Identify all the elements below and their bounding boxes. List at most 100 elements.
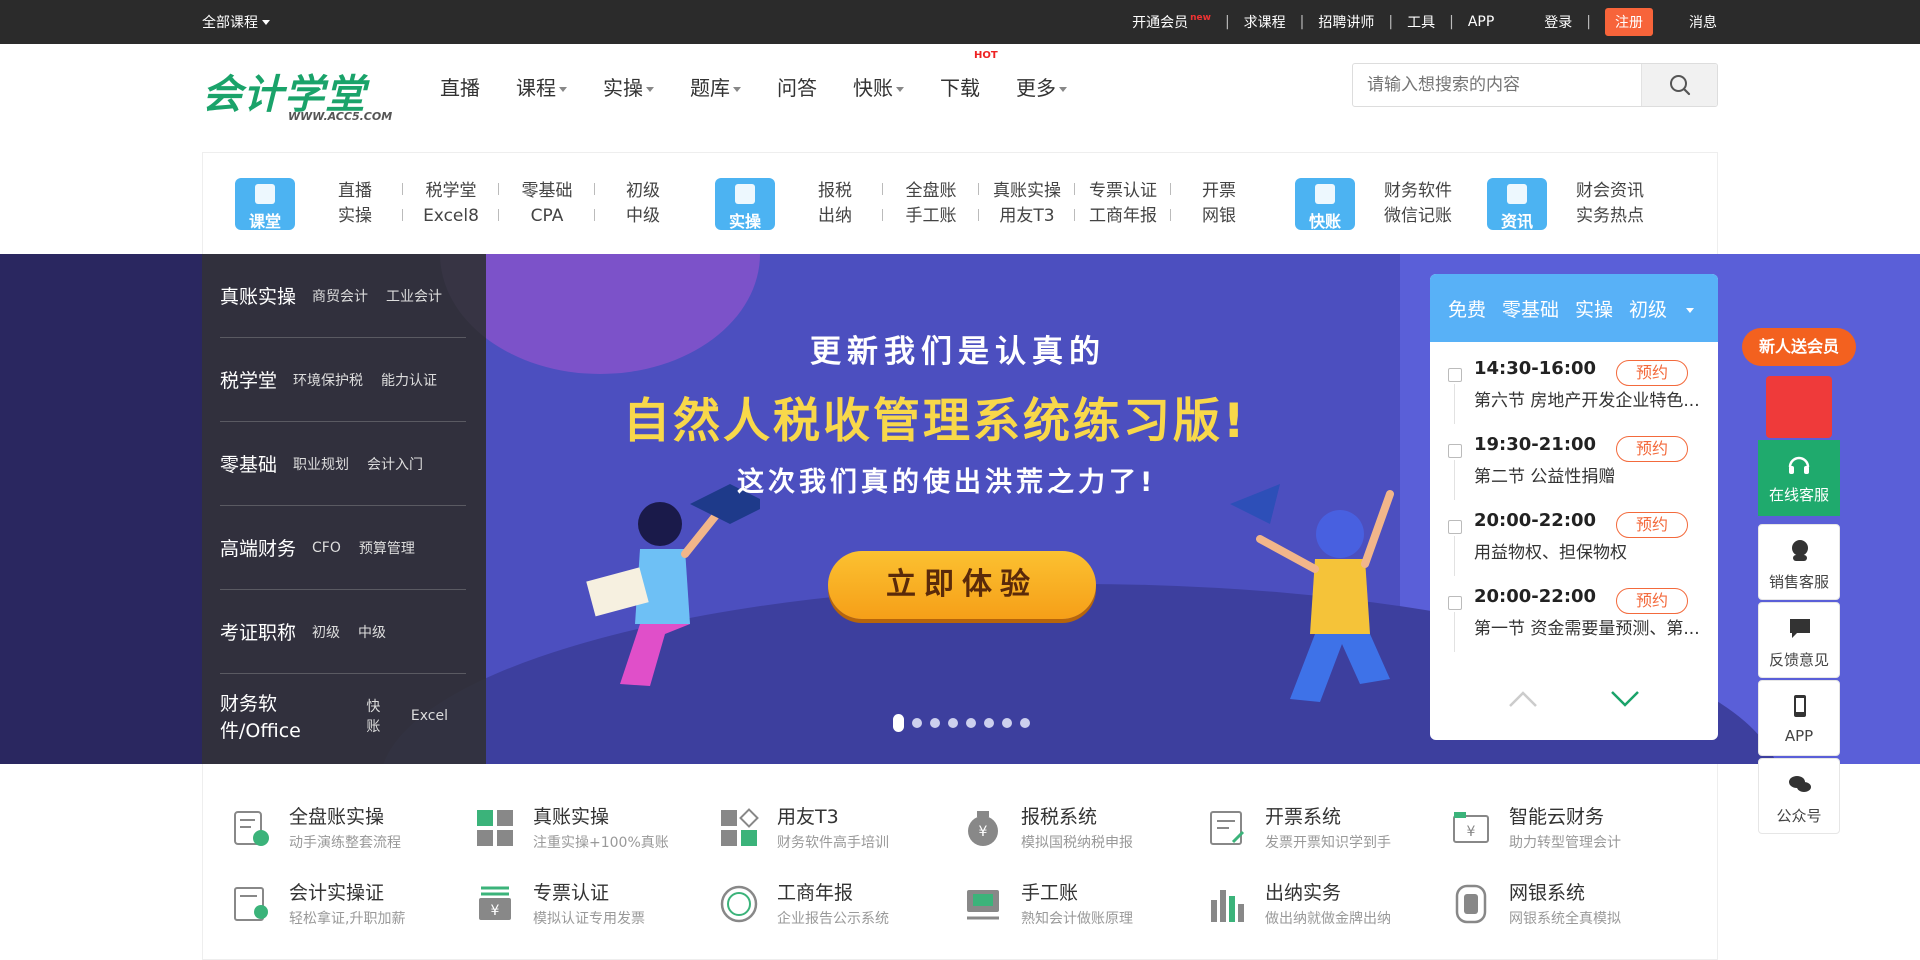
category-link[interactable]: 中级 xyxy=(626,204,660,229)
tab-zero-basis[interactable]: 零基础 xyxy=(1502,295,1559,322)
schedule-item[interactable]: 19:30-21:00 预约 第二节 公益性捐赠 xyxy=(1448,434,1710,500)
feature-item[interactable]: 网银系统 网银系统全真模拟 xyxy=(1451,878,1681,934)
nav-qa[interactable]: 问答 xyxy=(777,72,817,101)
schedule-item[interactable]: 20:00-22:00 预约 第一节 资金需要量预测、第... xyxy=(1448,586,1710,652)
category-link[interactable]: 税学堂 xyxy=(426,179,477,204)
new-user-gift-badge[interactable]: 新人送会员 xyxy=(1742,328,1856,366)
app-download-button[interactable]: APP xyxy=(1758,680,1840,756)
carousel-dot[interactable] xyxy=(893,714,904,732)
nav-quick-account[interactable]: 快账 xyxy=(853,72,904,101)
category-link[interactable]: 微信记账 xyxy=(1384,204,1452,229)
wechat-account-button[interactable]: 公众号 xyxy=(1758,758,1840,834)
tab-free[interactable]: 免费 xyxy=(1448,295,1486,322)
category-link[interactable]: 零基础 xyxy=(522,179,573,204)
feature-item[interactable]: 出纳实务 做出纳就做金牌出纳 xyxy=(1207,878,1437,934)
sales-service-button[interactable]: 销售客服 xyxy=(1758,524,1840,600)
feature-item[interactable]: 会计实操证 轻松拿证,升职加薪 xyxy=(231,878,461,934)
side-menu-sublink[interactable]: 工业会计 xyxy=(386,286,442,306)
nav-practice[interactable]: 实操 xyxy=(603,72,654,101)
tab-junior[interactable]: 初级 xyxy=(1629,295,1694,322)
carousel-dot[interactable] xyxy=(966,718,976,728)
category-link[interactable]: Excel8 xyxy=(423,204,479,229)
category-link[interactable]: 财务软件 xyxy=(1384,179,1452,204)
book-button[interactable]: 预约 xyxy=(1616,436,1688,462)
feedback-button[interactable]: 反馈意见 xyxy=(1758,602,1840,678)
side-menu-sublink[interactable]: 会计入门 xyxy=(367,454,423,474)
category-link[interactable]: 真账实操 xyxy=(993,179,1061,204)
category-link[interactable]: 实操 xyxy=(338,204,372,229)
category-link[interactable]: 初级 xyxy=(626,179,660,204)
nav-download[interactable]: 下载 HOT xyxy=(940,50,998,101)
nav-live[interactable]: 直播 xyxy=(440,72,480,101)
carousel-dot[interactable] xyxy=(1002,718,1012,728)
quick-account-category-icon[interactable]: 快账 xyxy=(1295,178,1355,231)
scroll-down-icon[interactable] xyxy=(1610,690,1640,708)
feature-item[interactable]: 开票系统 发票开票知识学到手 xyxy=(1207,802,1437,858)
book-button[interactable]: 预约 xyxy=(1616,512,1688,538)
nav-courses[interactable]: 课程 xyxy=(516,72,567,101)
category-link[interactable]: 报税 xyxy=(818,179,852,204)
app-link[interactable]: APP xyxy=(1468,14,1494,30)
feature-item[interactable]: ¥ 专票认证 模拟认证专用发票 xyxy=(475,878,705,934)
side-menu-sublink[interactable]: 环境保护税 xyxy=(293,370,363,390)
all-courses-menu[interactable]: 全部课程 xyxy=(202,12,270,32)
classroom-category-icon[interactable]: 课堂 xyxy=(235,178,295,231)
nav-question-bank[interactable]: 题库 xyxy=(690,72,741,101)
side-menu-sublink[interactable]: CFO xyxy=(312,540,341,556)
recruit-lecturer-link[interactable]: 招聘讲师 xyxy=(1318,12,1374,32)
tools-link[interactable]: 工具 xyxy=(1407,12,1435,32)
side-menu-item[interactable]: 税学堂 环境保护税 能力认证 xyxy=(220,338,466,422)
category-link[interactable]: 财会资讯 xyxy=(1576,179,1644,204)
schedule-item[interactable]: 20:00-22:00 预约 用益物权、担保物权 xyxy=(1448,510,1710,576)
online-service-button[interactable]: 在线客服 xyxy=(1758,440,1840,516)
category-link[interactable]: 专票认证 xyxy=(1089,179,1157,204)
carousel-dot[interactable] xyxy=(912,718,922,728)
category-link[interactable]: 网银 xyxy=(1202,204,1236,229)
tab-practice[interactable]: 实操 xyxy=(1575,295,1613,322)
side-menu-sublink[interactable]: 中级 xyxy=(358,622,386,642)
side-menu-sublink[interactable]: Excel xyxy=(411,708,448,724)
side-menu-item[interactable]: 零基础 职业规划 会计入门 xyxy=(220,422,466,506)
side-menu-item[interactable]: 考证职称 初级 中级 xyxy=(220,590,466,674)
category-link[interactable]: 手工账 xyxy=(906,204,957,229)
vip-link[interactable]: 开通会员 new xyxy=(1132,12,1211,32)
category-link[interactable]: 出纳 xyxy=(818,204,852,229)
schedule-item[interactable]: 14:30-16:00 预约 第六节 房地产开发企业特色... xyxy=(1448,358,1710,424)
login-link[interactable]: 登录 xyxy=(1544,12,1572,32)
feature-item[interactable]: 工商年报 企业报告公示系统 xyxy=(719,878,949,934)
feature-item[interactable]: 真账实操 注重实操+100%真账 xyxy=(475,802,705,858)
feature-item[interactable]: 用友T3 财务软件高手培训 xyxy=(719,802,949,858)
side-menu-item[interactable]: 高端财务 CFO 预算管理 xyxy=(220,506,466,590)
category-link[interactable]: 直播 xyxy=(338,179,372,204)
news-category-icon[interactable]: 资讯 xyxy=(1487,178,1547,231)
site-logo[interactable]: 会计学堂 WWW.ACC5.COM xyxy=(202,62,402,123)
carousel-dot[interactable] xyxy=(1020,718,1030,728)
category-link[interactable]: 开票 xyxy=(1202,179,1236,204)
gift-box-icon[interactable] xyxy=(1766,376,1832,438)
request-course-link[interactable]: 求课程 xyxy=(1244,12,1286,32)
side-menu-item[interactable]: 真账实操 商贸会计 工业会计 xyxy=(220,254,466,338)
search-input[interactable] xyxy=(1353,64,1643,106)
side-menu-sublink[interactable]: 预算管理 xyxy=(359,538,415,558)
nav-more[interactable]: 更多 xyxy=(1016,72,1067,101)
side-menu-sublink[interactable]: 初级 xyxy=(312,622,340,642)
try-now-button[interactable]: 立即体验 xyxy=(828,551,1096,619)
category-link[interactable]: 全盘账 xyxy=(906,179,957,204)
side-menu-sublink[interactable]: 职业规划 xyxy=(293,454,349,474)
feature-item[interactable]: ¥ 智能云财务 助力转型管理会计 xyxy=(1451,802,1681,858)
practice-category-icon[interactable]: 实操 xyxy=(715,178,775,231)
register-button[interactable]: 注册 xyxy=(1605,8,1653,36)
side-menu-sublink[interactable]: 商贸会计 xyxy=(312,286,368,306)
carousel-dot[interactable] xyxy=(948,718,958,728)
feature-item[interactable]: 手工账 熟知会计做账原理 xyxy=(963,878,1193,934)
scroll-up-icon[interactable] xyxy=(1508,690,1538,708)
carousel-dot[interactable] xyxy=(984,718,994,728)
category-link[interactable]: 工商年报 xyxy=(1089,204,1157,229)
category-link[interactable]: 实务热点 xyxy=(1576,204,1644,229)
side-menu-item[interactable]: 财务软件/Office 快账 Excel xyxy=(220,674,466,758)
search-button[interactable] xyxy=(1641,64,1717,106)
side-menu-sublink[interactable]: 能力认证 xyxy=(381,370,437,390)
book-button[interactable]: 预约 xyxy=(1616,588,1688,614)
side-menu-sublink[interactable]: 快账 xyxy=(366,696,392,736)
carousel-dot[interactable] xyxy=(930,718,940,728)
